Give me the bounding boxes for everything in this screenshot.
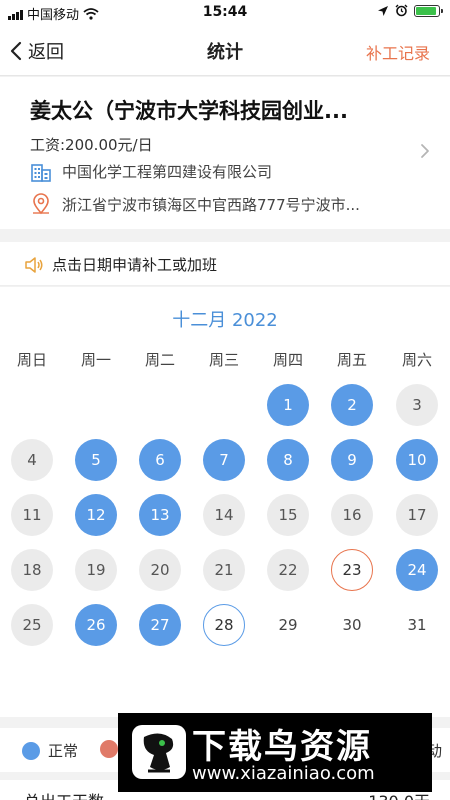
legend-item-normal: 正常 (22, 740, 78, 761)
battery-icon (414, 4, 443, 17)
calendar-day[interactable]: 31 (396, 604, 438, 646)
weekday-label: 周三 (208, 351, 239, 369)
calendar-day[interactable]: 4 (11, 439, 53, 481)
calendar-day[interactable]: 29 (267, 604, 309, 646)
back-label: 返回 (28, 42, 64, 63)
chevron-left-icon (10, 41, 22, 61)
back-button[interactable]: 返回 (10, 38, 64, 64)
project-title: 姜太公（宁波市大学科技园创业... (30, 99, 348, 123)
battery-fill (416, 6, 436, 15)
nav-bar: 返回 统计 补工记录 (0, 26, 450, 76)
chevron-right-icon (421, 144, 429, 158)
calendar-day[interactable]: 19 (75, 549, 117, 591)
weekday-label: 周二 (144, 351, 175, 369)
building-icon (31, 163, 51, 182)
calendar-day[interactable]: 25 (11, 604, 53, 646)
calendar-day[interactable]: 13 (139, 494, 181, 536)
calendar-day[interactable]: 27 (139, 604, 181, 646)
legend-item-abnormal (100, 740, 118, 758)
calendar-day[interactable]: 30 (331, 604, 373, 646)
calendar-day[interactable]: 17 (396, 494, 438, 536)
watermark-url: www.xiazainiao.com (192, 763, 375, 784)
calendar-day[interactable]: 21 (203, 549, 245, 591)
calendar-day[interactable]: 14 (203, 494, 245, 536)
calendar-day[interactable]: 5 (75, 439, 117, 481)
location-pin-icon (33, 193, 49, 215)
calendar-day[interactable]: 26 (75, 604, 117, 646)
weekday-label: 周一 (80, 351, 111, 369)
legend-dot (100, 740, 118, 758)
watermark-banner: 下载鸟资源 www.xiazainiao.com (118, 713, 432, 792)
status-bar: 中国移动 15:44 (0, 0, 450, 26)
bird-logo-icon (132, 725, 186, 779)
calendar-day[interactable]: 12 (75, 494, 117, 536)
notice-bar: 点击日期申请补工或加班 (0, 242, 450, 286)
address-row: 浙江省宁波市镇海区中官西路777号宁波市... (30, 193, 410, 215)
status-right (377, 4, 443, 17)
calendar-day[interactable]: 7 (203, 439, 245, 481)
calendar-day[interactable]: 8 (267, 439, 309, 481)
calendar-day[interactable]: 2 (331, 384, 373, 426)
calendar-day[interactable]: 20 (139, 549, 181, 591)
calendar-day[interactable]: 11 (11, 494, 53, 536)
calendar-month-label[interactable]: 十二月 2022 (0, 306, 450, 332)
watermark-title: 下载鸟资源 (192, 727, 372, 767)
company-row: 中国化学工程第四建设有限公司 (30, 161, 410, 182)
speaker-icon (25, 256, 43, 273)
total-days-label: 总出工天数 (24, 788, 104, 800)
supplement-records-button[interactable]: 补工记录 (366, 40, 430, 64)
weekday-label: 周四 (272, 351, 303, 369)
calendar-day[interactable]: 18 (11, 549, 53, 591)
weekday-label: 周五 (336, 351, 367, 369)
calendar-day[interactable]: 15 (267, 494, 309, 536)
calendar-day[interactable]: 28 (203, 604, 245, 646)
legend-label: 正常 (48, 742, 79, 760)
calendar-day[interactable]: 22 (267, 549, 309, 591)
calendar-day[interactable]: 9 (331, 439, 373, 481)
calendar-day[interactable]: 6 (139, 439, 181, 481)
notice-text: 点击日期申请补工或加班 (52, 256, 218, 274)
calendar-day[interactable]: 10 (396, 439, 438, 481)
company-name: 中国化学工程第四建设有限公司 (62, 163, 273, 181)
notice-link[interactable]: 点击日期申请补工或加班 (24, 254, 217, 275)
weekday-label: 周六 (401, 351, 432, 369)
calendar-day[interactable]: 23 (331, 549, 373, 591)
alarm-icon (395, 4, 408, 17)
calendar-day[interactable]: 16 (331, 494, 373, 536)
calendar-day[interactable]: 3 (396, 384, 438, 426)
legend-dot (22, 741, 40, 760)
wage-text: 工资:200.00元/日 (30, 136, 153, 154)
location-arrow-icon (378, 5, 388, 16)
address-text: 浙江省宁波市镇海区中官西路777号宁波市... (62, 195, 360, 214)
calendar-day[interactable]: 24 (396, 549, 438, 591)
calendar-day[interactable]: 1 (267, 384, 309, 426)
weekday-label: 周日 (16, 351, 47, 369)
project-card[interactable]: 姜太公（宁波市大学科技园创业... 工资:200.00元/日 中国化学工程第四建… (0, 77, 450, 229)
calendar: 十二月 2022 周日 周一 周二 周三 周四 周五 周六 1 2 3 4 5 6 7 8 9 10 11 12 13… (0, 287, 450, 717)
